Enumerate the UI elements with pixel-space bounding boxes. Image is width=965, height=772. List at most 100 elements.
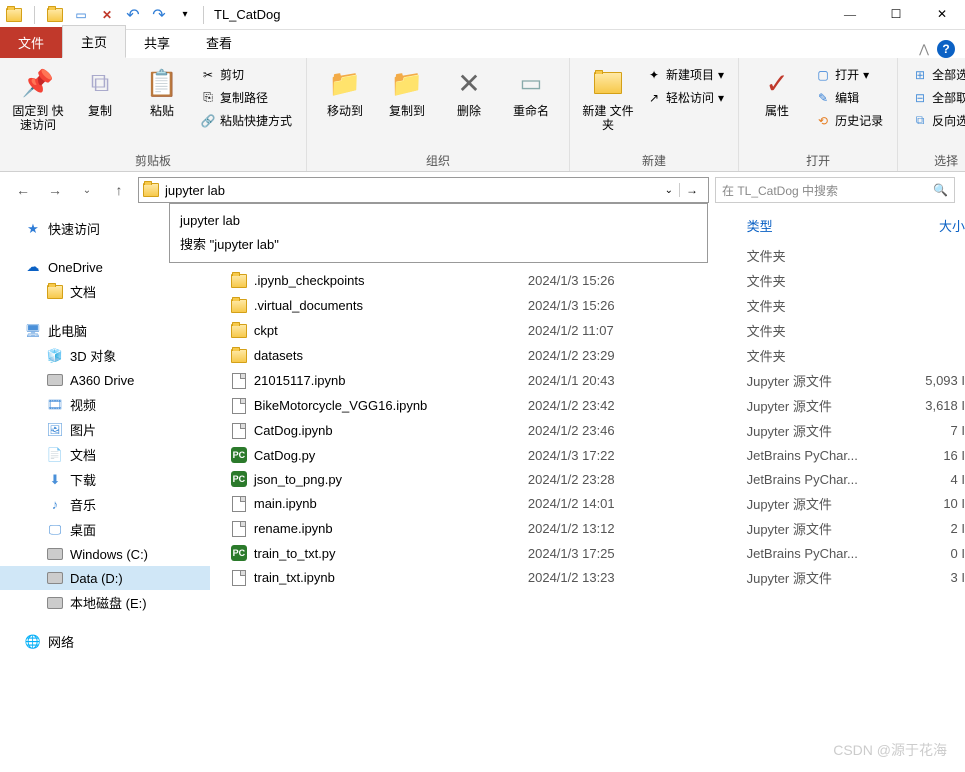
file-row[interactable]: PCjson_to_png.py2024/1/2 23:28JetBrains … (210, 467, 965, 491)
qat-redo-icon[interactable]: ↷ (149, 5, 169, 25)
newfolder-button[interactable]: 新建 文件夹 (580, 62, 636, 136)
address-suggestions: jupyter lab 搜索 "jupyter lab" (169, 203, 708, 263)
sidebar-item[interactable]: 🖵桌面 (0, 517, 210, 542)
file-name: 21015117.ipynb (254, 373, 528, 388)
sidebar-item[interactable]: Windows (C:) (0, 542, 210, 566)
qat-folder-icon[interactable] (45, 5, 65, 25)
sidebar-item-label: OneDrive (48, 260, 103, 275)
pin-button[interactable]: 📌固定到 快速访问 (10, 62, 66, 136)
file-row[interactable]: 21015117.ipynb2024/1/1 20:43Jupyter 源文件5… (210, 368, 965, 393)
tab-file[interactable]: 文件 (0, 27, 62, 58)
file-row[interactable]: PCCatDog.py2024/1/3 17:22JetBrains PyCha… (210, 443, 965, 467)
properties-button[interactable]: ✓属性 (749, 62, 805, 122)
file-type: 文件夹 (707, 246, 886, 265)
easyaccess-button[interactable]: ↗轻松访问 ▾ (642, 87, 728, 108)
file-row[interactable]: rename.ipynb2024/1/2 13:12Jupyter 源文件2 I (210, 516, 965, 541)
selectall-button[interactable]: ⊞全部选择 (908, 64, 965, 85)
close-button[interactable]: ✕ (919, 0, 965, 30)
file-size: 0 I (886, 546, 965, 561)
suggestion-item[interactable]: jupyter lab (180, 210, 697, 231)
cut-button[interactable]: ✂剪切 (196, 64, 296, 85)
selectnone-button[interactable]: ⊟全部取消 (908, 87, 965, 108)
sidebar-item[interactable]: 🖥此电脑 (0, 318, 210, 343)
sidebar-item-label: Windows (C:) (70, 547, 148, 562)
file-type: Jupyter 源文件 (707, 371, 886, 390)
minimize-button[interactable]: — (827, 0, 873, 30)
delete-button[interactable]: ✕删除 (441, 62, 497, 122)
file-row[interactable]: CatDog.ipynb2024/1/2 23:46Jupyter 源文件7 I (210, 418, 965, 443)
paste-button[interactable]: 📋粘贴 (134, 62, 190, 122)
search-icon[interactable]: 🔍 (933, 183, 948, 197)
address-input[interactable] (165, 183, 659, 198)
tab-home[interactable]: 主页 (62, 25, 126, 58)
newitem-button[interactable]: ✦新建项目 ▾ (642, 64, 728, 85)
sidebar-item[interactable]: 本地磁盘 (E:) (0, 590, 210, 615)
ribbon-collapse-icon[interactable]: ⋀ (919, 42, 929, 56)
sidebar-item-label: A360 Drive (70, 373, 134, 388)
file-size: 5,093 I (886, 373, 965, 388)
doc-icon (230, 520, 248, 538)
sidebar-item[interactable]: 🌐网络 (0, 629, 210, 654)
sidebar-item[interactable]: Data (D:) (0, 566, 210, 590)
file-name: CatDog.ipynb (254, 423, 528, 438)
back-button[interactable]: ← (10, 177, 36, 203)
address-dropdown-icon[interactable]: ⌄ (665, 185, 673, 196)
file-row[interactable]: datasets2024/1/2 23:29文件夹 (210, 343, 965, 368)
sidebar-item[interactable]: 🎞视频 (0, 392, 210, 417)
doc-icon: 📄 (46, 446, 64, 464)
maximize-button[interactable]: ☐ (873, 0, 919, 30)
tab-view[interactable]: 查看 (188, 27, 250, 58)
sidebar-item[interactable]: 🧊3D 对象 (0, 343, 210, 368)
file-type: 文件夹 (707, 346, 886, 365)
sidebar-item[interactable]: 文档 (0, 279, 210, 304)
sidebar-item-label: 快速访问 (48, 219, 100, 238)
tab-share[interactable]: 共享 (126, 27, 188, 58)
doc-icon (230, 397, 248, 415)
suggestion-item[interactable]: 搜索 "jupyter lab" (180, 231, 697, 256)
qat-delete-icon[interactable]: ✕ (97, 5, 117, 25)
forward-button[interactable]: → (42, 177, 68, 203)
file-row[interactable]: main.ipynb2024/1/2 14:01Jupyter 源文件10 I (210, 491, 965, 516)
up-button[interactable]: ↑ (106, 177, 132, 203)
sidebar-item-label: 文档 (70, 445, 96, 464)
file-row[interactable]: .virtual_documents2024/1/3 15:26文件夹 (210, 293, 965, 318)
sidebar-item[interactable]: ⬇下载 (0, 467, 210, 492)
open-button[interactable]: ▢打开 ▾ (811, 64, 887, 85)
copypath-button[interactable]: ⎘复制路径 (196, 87, 296, 108)
qat-properties-icon[interactable]: ▭ (71, 5, 91, 25)
copyto-button[interactable]: 📁复制到 (379, 62, 435, 122)
col-type[interactable]: 类型 (707, 216, 886, 235)
col-size[interactable]: 大小 (886, 216, 965, 235)
refresh-button[interactable]: → (679, 183, 704, 197)
sidebar-item[interactable]: A360 Drive (0, 368, 210, 392)
sidebar-item[interactable]: 🖼图片 (0, 417, 210, 442)
doc-icon (230, 372, 248, 390)
file-row[interactable]: .ipynb_checkpoints2024/1/3 15:26文件夹 (210, 268, 965, 293)
qat-dropdown-icon[interactable]: ▾ (175, 5, 195, 25)
file-row[interactable]: BikeMotorcycle_VGG16.ipynb2024/1/2 23:42… (210, 393, 965, 418)
file-row[interactable]: train_txt.ipynb2024/1/2 13:23Jupyter 源文件… (210, 565, 965, 590)
copy-button[interactable]: ⧉复制 (72, 62, 128, 122)
sidebar-item[interactable]: 📄 文档 (0, 442, 210, 467)
file-type: Jupyter 源文件 (707, 494, 886, 513)
moveto-button[interactable]: 📁移动到 (317, 62, 373, 122)
address-bar[interactable]: ⌄ → jupyter lab 搜索 "jupyter lab" (138, 177, 709, 203)
help-icon[interactable]: ? (937, 40, 955, 58)
history-dropdown-icon[interactable]: ⌄ (74, 177, 100, 203)
pasteshortcut-button[interactable]: 🔗粘贴快捷方式 (196, 110, 296, 131)
sidebar-item[interactable]: ♪音乐 (0, 492, 210, 517)
search-placeholder: 在 TL_CatDog 中搜索 (722, 182, 838, 199)
invert-button[interactable]: ⧉反向选择 (908, 110, 965, 131)
file-row[interactable]: PCtrain_to_txt.py2024/1/3 17:25JetBrains… (210, 541, 965, 565)
file-row[interactable]: ckpt2024/1/2 11:07文件夹 (210, 318, 965, 343)
file-size: 3 I (886, 570, 965, 585)
search-box[interactable]: 在 TL_CatDog 中搜索 🔍 (715, 177, 955, 203)
file-name: .virtual_documents (254, 298, 528, 313)
rename-button[interactable]: ▭重命名 (503, 62, 559, 122)
qat-undo-icon[interactable]: ↶ (123, 5, 143, 25)
sidebar: ★快速访问☁OneDrive文档🖥此电脑🧊3D 对象A360 Drive🎞视频🖼… (0, 208, 210, 772)
3d-icon: 🧊 (46, 347, 64, 365)
file-date: 2024/1/2 23:42 (528, 398, 707, 413)
history-button[interactable]: ⟲历史记录 (811, 110, 887, 131)
edit-button[interactable]: ✎编辑 (811, 87, 887, 108)
